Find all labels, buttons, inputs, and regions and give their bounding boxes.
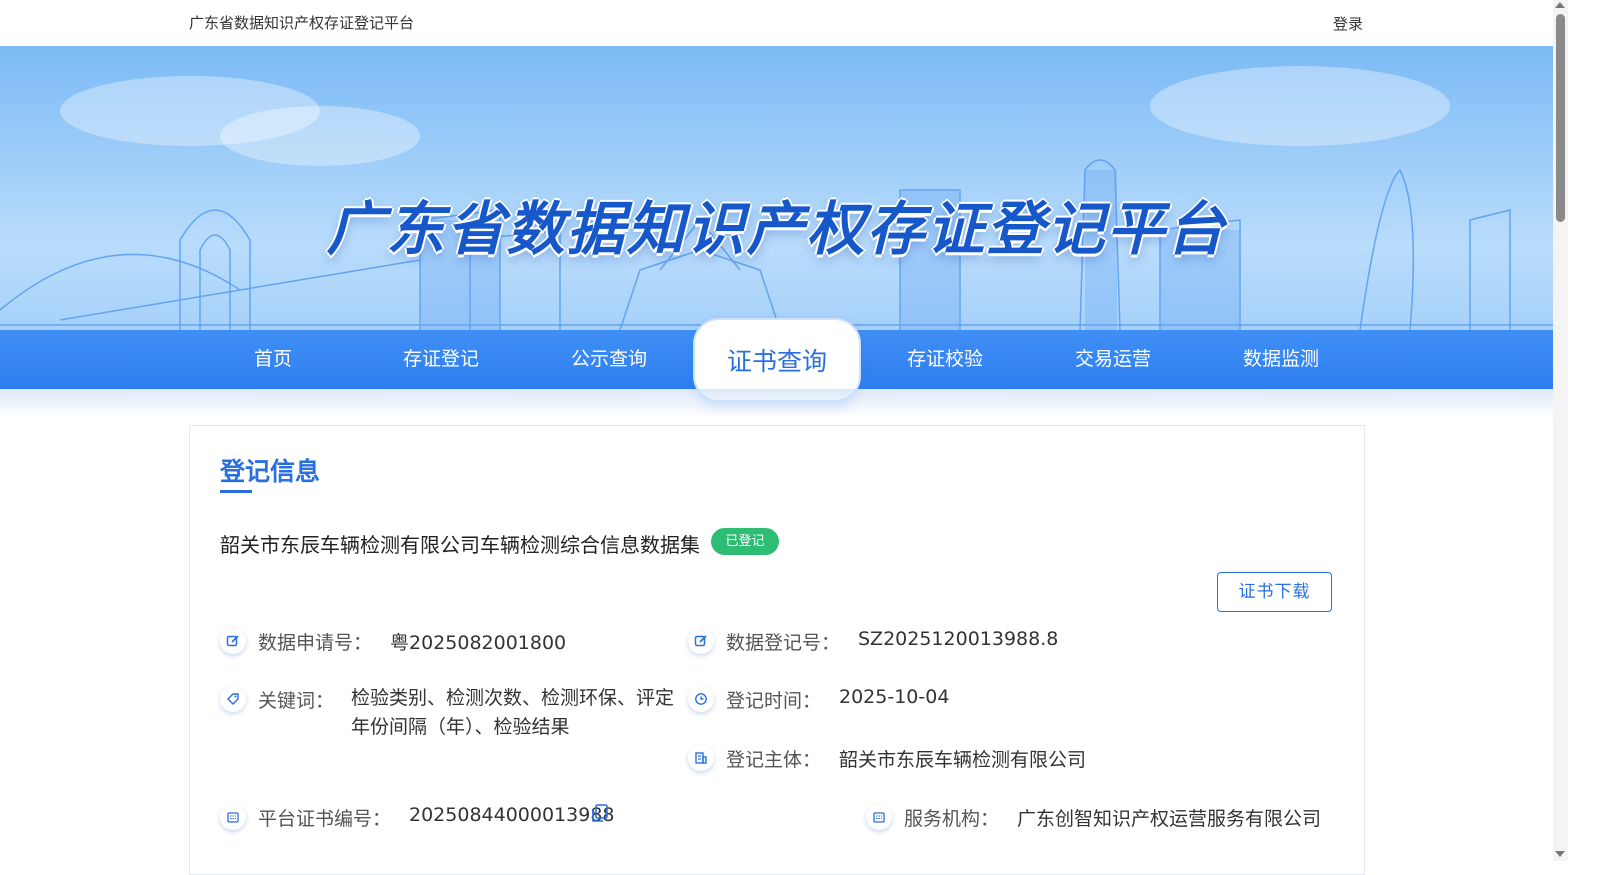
card-title: 登记信息 <box>220 457 321 486</box>
banner-title: 广东省数据知识产权存证登记平台 <box>326 195 1227 263</box>
calendar-icon <box>220 804 246 830</box>
nav-trading[interactable]: 交易运营 <box>1029 330 1197 389</box>
application-no-value: 粤2025082001800 <box>390 632 567 654</box>
entity-icon <box>688 745 714 771</box>
platform-cert-no-label: 平台证书编号： <box>258 808 392 830</box>
scroll-down-arrow-icon[interactable] <box>1555 851 1565 857</box>
title-underline <box>220 490 252 493</box>
keywords-label: 关键词： <box>258 690 335 712</box>
service-org-label: 服务机构： <box>904 808 1000 830</box>
nav-shadow <box>0 389 1553 419</box>
tag-icon <box>220 686 246 712</box>
registration-info-card: 登记信息 韶关市东辰车辆检测有限公司车辆检测综合信息数据集 已登记 证书下载 数… <box>189 425 1365 875</box>
top-bar: 广东省数据知识产权存证登记平台 登录 <box>0 0 1553 46</box>
edit-icon <box>688 628 714 654</box>
login-link[interactable]: 登录 <box>1333 13 1363 34</box>
registrant-label: 登记主体： <box>726 749 822 771</box>
nav-home[interactable]: 首页 <box>189 330 357 389</box>
dataset-name: 韶关市东辰车辆检测有限公司车辆检测综合信息数据集 <box>220 533 700 557</box>
nav-public-query[interactable]: 公示查询 <box>525 330 693 389</box>
nav-data-monitoring[interactable]: 数据监测 <box>1197 330 1365 389</box>
status-badge: 已登记 <box>711 528 779 555</box>
calendar-icon <box>866 804 892 830</box>
copy-icon[interactable] <box>592 804 608 822</box>
scrollbar-thumb[interactable] <box>1556 14 1565 222</box>
site-name: 广东省数据知识产权存证登记平台 <box>189 14 415 32</box>
main-nav: 首页 存证登记 公示查询 证书查询 存证校验 交易运营 数据监测 <box>0 318 1553 402</box>
nav-registration[interactable]: 存证登记 <box>357 330 525 389</box>
registration-no-label: 数据登记号： <box>726 632 841 654</box>
registration-time-label: 登记时间： <box>726 690 822 712</box>
registration-time-value: 2025-10-04 <box>839 686 950 708</box>
edit-icon <box>220 628 246 654</box>
service-org-value: 广东创智知识产权运营服务有限公司 <box>1017 808 1322 830</box>
certificate-download-button[interactable]: 证书下载 <box>1217 572 1332 612</box>
keywords-value: 检验类别、检测次数、检测环保、评定年份间隔（年）、检验结果 <box>351 687 675 738</box>
platform-cert-no-value: 20250844000013988 <box>409 804 615 826</box>
clock-icon <box>688 686 714 712</box>
hero-banner: 广东省数据知识产权存证登记平台 <box>0 46 1553 330</box>
application-no-label: 数据申请号： <box>258 632 373 654</box>
registrant-value: 韶关市东辰车辆检测有限公司 <box>839 749 1087 771</box>
scroll-up-arrow-icon[interactable] <box>1555 2 1565 8</box>
nav-verification[interactable]: 存证校验 <box>861 330 1029 389</box>
registration-no-value: SZ2025120013988.8 <box>858 628 1059 650</box>
